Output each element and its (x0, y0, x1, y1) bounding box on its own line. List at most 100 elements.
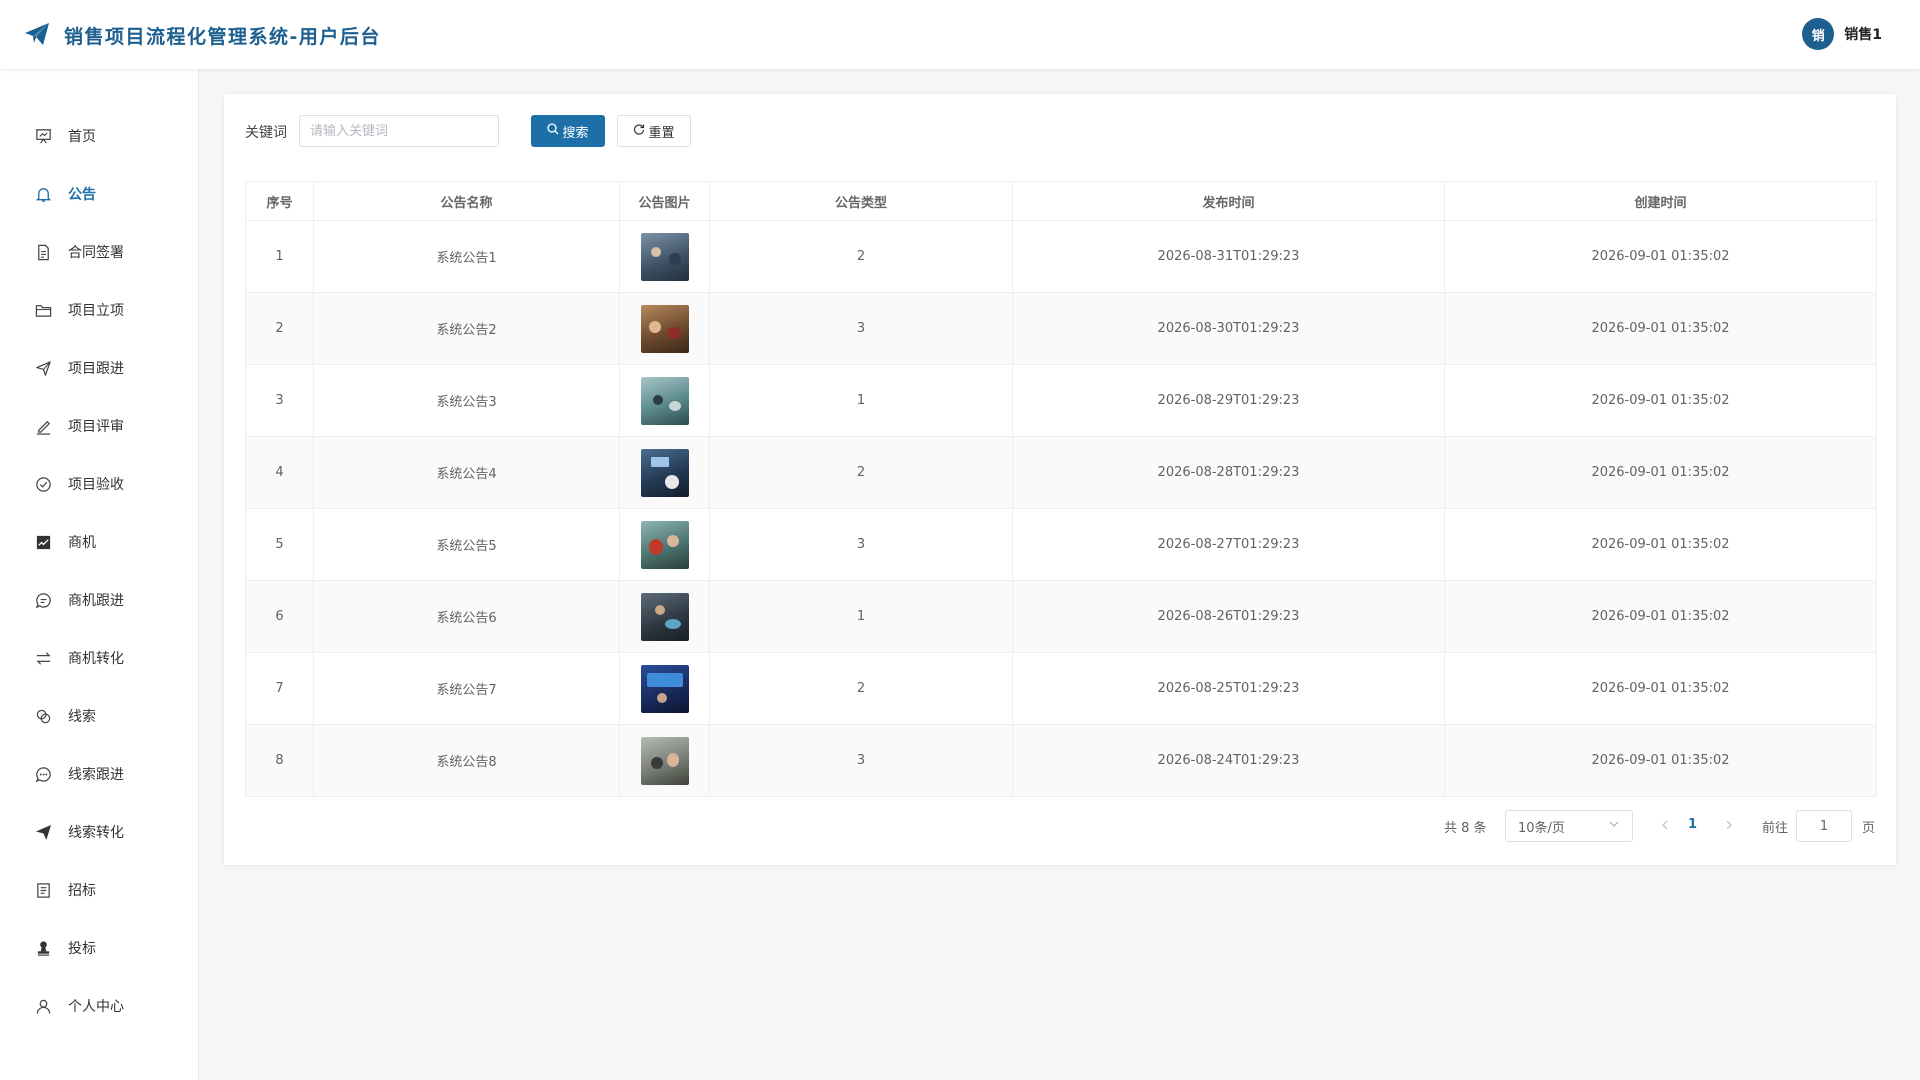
cell-create-time: 2026-09-01 01:35:02 (1444, 436, 1877, 509)
sidebar-item-project-followup[interactable]: 项目跟进 (0, 348, 199, 388)
table-row[interactable]: 4 系统公告4 2 2026-08-28T01:29:23 2026-09-01… (245, 436, 1877, 509)
reset-button-label: 重置 (648, 125, 675, 141)
cell-name: 系统公告5 (313, 508, 620, 581)
chevron-left-icon (1662, 820, 1668, 830)
announcement-thumbnail[interactable] (640, 736, 689, 785)
user-icon (34, 997, 52, 1015)
table-row[interactable]: 6 系统公告6 1 2026-08-26T01:29:23 2026-09-01… (245, 580, 1877, 653)
sidebar-item-announcements[interactable]: 公告 (0, 174, 199, 214)
switch-icon (34, 649, 52, 667)
list-document-icon (34, 881, 52, 899)
cell-index: 3 (245, 364, 314, 437)
cell-type: 1 (709, 364, 1013, 437)
announcement-thumbnail[interactable] (640, 664, 689, 713)
search-button[interactable]: 搜索 (531, 115, 605, 147)
table-row[interactable]: 1 系统公告1 2 2026-08-31T01:29:23 2026-09-01… (245, 220, 1877, 293)
announcement-thumbnail[interactable] (640, 304, 689, 353)
table-row[interactable]: 5 系统公告5 3 2026-08-27T01:29:23 2026-09-01… (245, 508, 1877, 581)
cell-index: 7 (245, 652, 314, 725)
sidebar-item-opportunity[interactable]: 商机 (0, 522, 199, 562)
column-header-publish-time: 发布时间 (1012, 181, 1445, 221)
bell-icon (34, 185, 52, 203)
user-menu[interactable]: 销 销售1 (1802, 18, 1882, 50)
next-page-button[interactable] (1722, 818, 1736, 832)
stamp-icon (34, 939, 52, 957)
cell-create-time: 2026-09-01 01:35:02 (1444, 580, 1877, 653)
table-row[interactable]: 7 系统公告7 2 2026-08-25T01:29:23 2026-09-01… (245, 652, 1877, 725)
table-row[interactable]: 8 系统公告8 3 2026-08-24T01:29:23 2026-09-01… (245, 724, 1877, 797)
announcement-thumbnail[interactable] (640, 376, 689, 425)
announcement-thumbnail[interactable] (640, 592, 689, 641)
cell-publish-time: 2026-08-31T01:29:23 (1012, 220, 1445, 293)
cell-image (619, 220, 710, 293)
sidebar-item-lead-conversion[interactable]: 线索转化 (0, 812, 199, 852)
sidebar-item-label: 项目评审 (68, 419, 124, 435)
cell-index: 2 (245, 292, 314, 365)
goto-page-input[interactable]: 1 (1796, 810, 1852, 842)
sidebar-item-label: 线索 (68, 709, 96, 725)
keyword-input[interactable] (299, 115, 499, 147)
announcement-thumbnail[interactable] (640, 232, 689, 281)
sidebar-item-leads[interactable]: 线索 (0, 696, 199, 736)
table-row[interactable]: 3 系统公告3 1 2026-08-29T01:29:23 2026-09-01… (245, 364, 1877, 437)
announcement-panel: 关键词 搜索 重置 序号 公告名称 公告图片 公告类型 发布时间 创建时间 1 … (224, 94, 1896, 865)
sidebar-item-lead-followup[interactable]: 线索跟进 (0, 754, 199, 794)
sidebar-item-project-initiation[interactable]: 项目立项 (0, 290, 199, 330)
sidebar-item-bid[interactable]: 投标 (0, 928, 199, 968)
chat-bubble-icon (34, 591, 52, 609)
cell-type: 3 (709, 508, 1013, 581)
cell-publish-time: 2026-08-27T01:29:23 (1012, 508, 1445, 581)
search-button-label: 搜索 (562, 125, 589, 141)
table-row[interactable]: 2 系统公告2 3 2026-08-30T01:29:23 2026-09-01… (245, 292, 1877, 365)
cell-name: 系统公告7 (313, 652, 620, 725)
cell-name: 系统公告6 (313, 580, 620, 653)
cell-image (619, 436, 710, 509)
avatar[interactable]: 销 (1802, 18, 1835, 50)
announcement-thumbnail[interactable] (640, 520, 689, 569)
cell-publish-time: 2026-08-30T01:29:23 (1012, 292, 1445, 365)
sidebar-item-label: 公告 (68, 187, 96, 203)
cell-image (619, 652, 710, 725)
user-name[interactable]: 销售1 (1844, 24, 1882, 44)
cell-image (619, 364, 710, 437)
announcement-thumbnail[interactable] (640, 448, 689, 497)
table-header-row: 序号 公告名称 公告图片 公告类型 发布时间 创建时间 (245, 181, 1877, 221)
cell-create-time: 2026-09-01 01:35:02 (1444, 364, 1877, 437)
page-number-1[interactable]: 1 (1688, 817, 1697, 832)
cell-index: 1 (245, 220, 314, 293)
reset-button[interactable]: 重置 (617, 115, 691, 147)
goto-suffix: 页 (1862, 821, 1876, 836)
sidebar-item-label: 商机 (68, 535, 96, 551)
paper-plane-logo-icon (24, 22, 50, 46)
cell-create-time: 2026-09-01 01:35:02 (1444, 652, 1877, 725)
presentation-icon (34, 127, 52, 145)
sidebar-item-contract[interactable]: 合同签署 (0, 232, 199, 272)
prev-page-button[interactable] (1658, 818, 1672, 832)
sidebar-item-tender[interactable]: 招标 (0, 870, 199, 910)
sidebar-item-opportunity-followup[interactable]: 商机跟进 (0, 580, 199, 620)
sidebar-item-label: 投标 (68, 941, 96, 957)
cell-create-time: 2026-09-01 01:35:02 (1444, 724, 1877, 797)
sidebar-item-project-review[interactable]: 项目评审 (0, 406, 199, 446)
sidebar-item-project-acceptance[interactable]: 项目验收 (0, 464, 199, 504)
page-size-select[interactable]: 10条/页 (1505, 810, 1633, 842)
column-header-index: 序号 (245, 181, 314, 221)
sidebar-item-label: 首页 (68, 129, 96, 145)
sidebar-item-home[interactable]: 首页 (0, 116, 199, 156)
announcement-table: 序号 公告名称 公告图片 公告类型 发布时间 创建时间 1 系统公告1 2 20… (245, 181, 1877, 797)
cell-name: 系统公告8 (313, 724, 620, 797)
cell-type: 2 (709, 652, 1013, 725)
sidebar-item-label: 线索转化 (68, 825, 124, 841)
pagination-total: 共 8 条 (1444, 821, 1487, 836)
cell-publish-time: 2026-08-25T01:29:23 (1012, 652, 1445, 725)
page-size-value: 10条/页 (1518, 820, 1565, 836)
cell-type: 3 (709, 292, 1013, 365)
chevron-down-icon (1608, 818, 1620, 834)
sidebar-item-profile[interactable]: 个人中心 (0, 986, 199, 1026)
column-header-create-time: 创建时间 (1444, 181, 1877, 221)
cell-index: 4 (245, 436, 314, 509)
sidebar-item-label: 项目立项 (68, 303, 124, 319)
sidebar-item-opportunity-conversion[interactable]: 商机转化 (0, 638, 199, 678)
cell-image (619, 292, 710, 365)
search-icon (547, 123, 559, 139)
